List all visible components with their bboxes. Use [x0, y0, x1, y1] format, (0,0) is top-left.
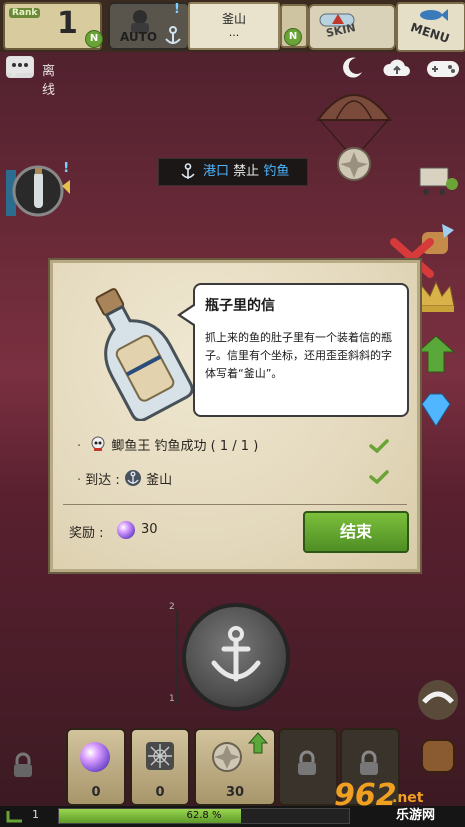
svg-text:!: !: [63, 162, 69, 176]
divider: [63, 504, 407, 505]
lock-icon: [298, 750, 316, 775]
port-status-badge: 港口 禁止 钓鱼: [158, 158, 308, 186]
moon-icon[interactable]: [340, 56, 364, 80]
check-icon: [369, 470, 389, 484]
end-button[interactable]: 结束: [303, 511, 409, 553]
new-badge: N: [85, 30, 103, 48]
skin-button[interactable]: SKIN: [308, 4, 396, 50]
watermark-logo: 962 .net 乐游网: [334, 778, 464, 823]
depth-gauge: [176, 610, 178, 704]
lock-icon[interactable]: [12, 752, 34, 778]
anchor-icon: [124, 470, 141, 486]
requirement-arrive-place: 釜山: [146, 473, 173, 488]
auto-button[interactable]: AUTO !: [108, 2, 190, 50]
requirement-row-catch: · 鲫鱼王 钓鱼成功 ( 1 / 1 ): [77, 435, 258, 454]
item-slot-pearl[interactable]: 0: [66, 728, 126, 806]
location-sub: ...: [228, 26, 240, 39]
sale-arrow-icon[interactable]: [414, 334, 458, 374]
port-label: 港口: [203, 164, 230, 179]
gamepad-icon[interactable]: [426, 58, 460, 80]
requirement-arrive-label: 到达 :: [85, 473, 120, 488]
quest-description: 抓上来的鱼的肚子里有一个装着信的瓶子。信里有个坐标，还用歪歪斜斜的字体写着“釜山…: [205, 331, 392, 380]
backpack-icon[interactable]: [414, 732, 462, 776]
level-icon: [6, 811, 22, 823]
diamond-icon[interactable]: [414, 390, 458, 430]
alert-mark: !: [174, 2, 180, 17]
menu-button[interactable]: MENU: [396, 2, 465, 52]
offline-label: 离线: [42, 64, 56, 98]
watermark-sub: 乐游网: [396, 808, 436, 823]
rank-box[interactable]: Rank 1 N: [3, 2, 103, 50]
anchor-icon: [211, 626, 261, 682]
new-badge: N: [284, 28, 302, 46]
anchor-icon: [165, 26, 181, 44]
exp-progress-bar: 62.8 %: [58, 808, 350, 824]
gauge-bottom-label: 1: [169, 694, 175, 704]
location-name: 釜山: [221, 12, 246, 26]
slot-count: 0: [91, 785, 101, 800]
parachute-supply-icon[interactable]: [316, 80, 392, 190]
item-slot-shell[interactable]: 30: [194, 728, 276, 806]
requirement-catch-text: 鲫鱼王 钓鱼成功 ( 1 / 1 ): [111, 439, 259, 454]
seagull-icon[interactable]: [414, 676, 462, 724]
description-bubble: 瓶子里的信 抓上来的鱼的肚子里有一个装着信的瓶子。信里有个坐标，还用歪歪斜斜的字…: [193, 283, 409, 417]
item-slot-locked[interactable]: [278, 728, 338, 806]
reward-value: 30: [141, 522, 158, 537]
shell-icon: [212, 742, 242, 772]
requirement-row-arrive: · 到达 : 釜山: [77, 469, 172, 488]
scroll-button[interactable]: N: [280, 4, 308, 48]
watermark-brand: 962: [334, 778, 397, 813]
cloud-upload-icon[interactable]: [382, 58, 412, 80]
quest-bottle-icon[interactable]: !: [4, 162, 70, 220]
fishing-label: 钓鱼: [263, 164, 290, 179]
fish-icon: [420, 9, 448, 21]
auto-label: AUTO: [120, 30, 158, 44]
shop-cart-icon[interactable]: [414, 160, 458, 200]
spiderweb-icon: [146, 742, 174, 770]
top-bar: Rank 1 N AUTO ! 釜山 ... N SKIN MENU: [0, 0, 465, 52]
message-bottle-icon: [95, 288, 194, 421]
rank-label: Rank: [9, 8, 41, 18]
menu-label: MENU: [408, 20, 452, 46]
slot-count: 30: [225, 785, 245, 800]
anchor-icon: [181, 163, 195, 179]
location-box[interactable]: 釜山 ...: [188, 2, 280, 50]
level-value: 1: [32, 808, 39, 821]
rank-value: 1: [57, 6, 78, 41]
pearl-icon: [117, 521, 135, 539]
skull-icon: [91, 436, 105, 451]
chat-icon: [6, 56, 34, 78]
check-icon: [369, 439, 389, 453]
gauge-top-label: 2: [169, 602, 175, 612]
ban-label: 禁止: [233, 164, 260, 179]
pearl-icon: [80, 742, 110, 772]
cast-anchor-button[interactable]: [182, 603, 290, 711]
reward-label: 奖励 :: [69, 526, 104, 541]
quest-title: 瓶子里的信: [205, 298, 275, 314]
lock-icon: [360, 750, 378, 775]
exp-progress-text: 62.8 %: [186, 810, 222, 821]
quest-complete-dialog: 瓶子里的信 抓上来的鱼的肚子里有一个装着信的瓶子。信里有个坐标，还用歪歪斜斜的字…: [50, 260, 420, 572]
slot-count: 0: [155, 785, 165, 800]
upgrade-arrow-icon: [248, 732, 268, 754]
item-slot-web[interactable]: 0: [130, 728, 190, 806]
crown-icon[interactable]: [414, 276, 458, 316]
